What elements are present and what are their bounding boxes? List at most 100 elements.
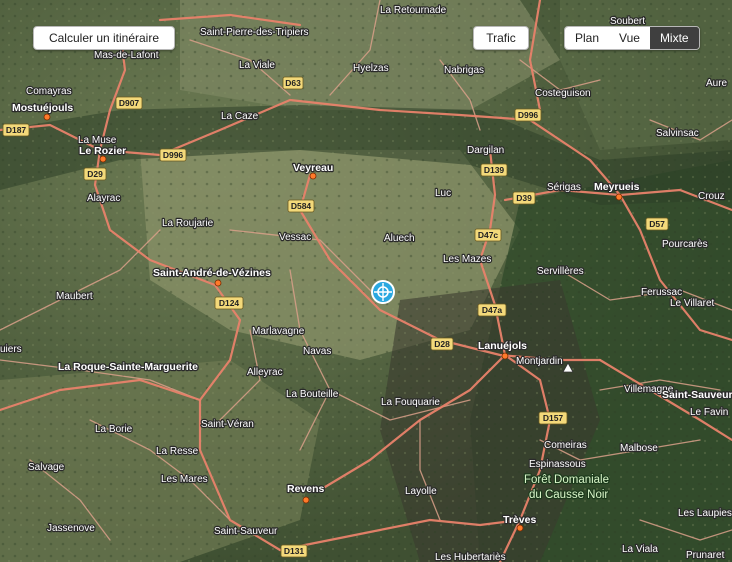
place-label: Alayrac [87,193,120,204]
road-shield: D124 [214,296,244,310]
svg-text:D39: D39 [516,193,532,203]
place-label: Navas [303,346,331,357]
traffic-button[interactable]: Trafic [473,26,529,50]
route-planner-button[interactable]: Calculer un itinéraire [33,26,175,50]
svg-text:D29: D29 [87,169,103,179]
place-label: Les Laupies [678,508,732,519]
place-label: Le Villaret [670,298,715,309]
place-label: Comayras [26,86,72,97]
place-label: Vessac [279,232,311,243]
road-shield: D47c [474,228,502,242]
place-label: Prunaret [686,550,725,561]
place-label: Les Mazes [443,254,491,265]
place-label: Salvage [28,462,65,473]
place-label: Alleyrac [247,367,283,378]
place-label: La Roujarie [162,218,214,229]
road-shield: D28 [430,337,454,351]
svg-text:D996: D996 [163,150,184,160]
place-label: Hyelzas [353,63,389,74]
place-label: Veyreau [293,162,333,174]
place-label: Jassenove [47,523,95,534]
map-type-plan[interactable]: Plan [565,27,610,49]
place-label: Aluech [384,233,415,244]
place-label: Le Favin [690,407,728,418]
road-shield: D584 [287,199,315,213]
svg-text:D996: D996 [518,110,539,120]
place-label: La Fouquarie [381,397,440,408]
map-type-mixte[interactable]: Mixte [649,27,699,49]
road-shield: D187 [2,123,30,137]
road-shield: D139 [480,163,508,177]
road-shield: D157 [538,411,568,425]
place-label: Pourcarès [662,239,708,250]
place-label: La Roque-Sainte-Marguerite [58,361,198,373]
place-label: Les Hubertariès [435,552,506,562]
place-label: Saint-Sauveur [662,389,732,401]
place-label: Saint-Pierre-des-Tripiers [200,27,309,38]
place-label: La Viala [622,544,658,555]
place-label: Salvinsac [656,128,699,139]
place-label: Comeiras [544,440,587,451]
place-label: Sérigas [547,182,581,193]
place-label: Maubert [56,291,93,302]
place-label: Servillères [537,266,584,277]
svg-text:D47a: D47a [482,305,503,315]
svg-text:D57: D57 [649,219,665,229]
place-label: La Resse [156,446,199,457]
place-label: Aure [706,78,728,89]
place-label: Mas-de-Lafont [94,50,159,61]
road-shield: D907 [115,96,143,110]
place-label: Marlavagne [252,326,305,337]
road-shield: D996 [159,148,187,162]
place-label: Costeguison [535,88,591,99]
svg-text:D907: D907 [119,98,140,108]
svg-text:D187: D187 [6,125,27,135]
road-shield: D29 [83,167,107,181]
place-label: Saint-Sauveur [214,526,278,537]
place-label: La Viale [239,60,275,71]
svg-text:D47c: D47c [478,230,499,240]
place-label: du Causse Noir [529,489,608,501]
satellite-map[interactable]: D907 D187 D63 D996 D996 D29 D139 D39 D58… [0,0,732,562]
map-type-selector: Plan Vue Mixte [564,26,700,50]
road-shield: D131 [280,544,308,558]
svg-text:D157: D157 [543,413,564,423]
place-label: Le Rozier [79,145,126,157]
location-crosshair-icon[interactable] [371,280,395,304]
svg-text:D131: D131 [284,546,305,556]
road-shield: D39 [512,191,536,205]
place-label: Saint-Véran [201,419,254,430]
svg-text:D584: D584 [291,201,312,211]
place-label: Dargilan [467,145,504,156]
place-label: Forêt Domaniale [524,474,609,486]
place-label: Nabrigas [444,65,484,76]
place-label: Crouz [698,191,725,202]
place-label: Ferussac [641,287,682,298]
place-label: La Bouteille [286,389,339,400]
place-label: Revens [287,483,325,495]
place-label: La Borie [95,424,133,435]
place-label: Montjardin [516,356,563,367]
place-label: Meyrueis [594,181,640,193]
terrain-texture [0,0,732,562]
place-label: Les Mares [161,474,208,485]
svg-text:D139: D139 [484,165,505,175]
svg-text:D63: D63 [285,78,301,88]
road-shield: D63 [282,76,304,90]
place-label: uiers [0,344,22,355]
place-label: Espinassous [529,459,586,470]
place-label: Malbose [620,443,658,454]
place-label: Luc [435,188,451,199]
road-shield: D47a [477,303,507,317]
place-label: Saint-André-de-Vézines [153,267,271,279]
place-label: Layolle [405,486,437,497]
place-label: Mostuéjouls [12,102,73,114]
place-label: La Retournade [380,5,447,16]
svg-text:D28: D28 [434,339,450,349]
map-type-vue[interactable]: Vue [609,27,650,49]
place-label: Trèves [503,514,536,526]
place-label: Lanuéjols [478,340,527,352]
road-shield: D996 [514,108,542,122]
place-label: La Caze [221,111,259,122]
svg-text:D124: D124 [219,298,240,308]
